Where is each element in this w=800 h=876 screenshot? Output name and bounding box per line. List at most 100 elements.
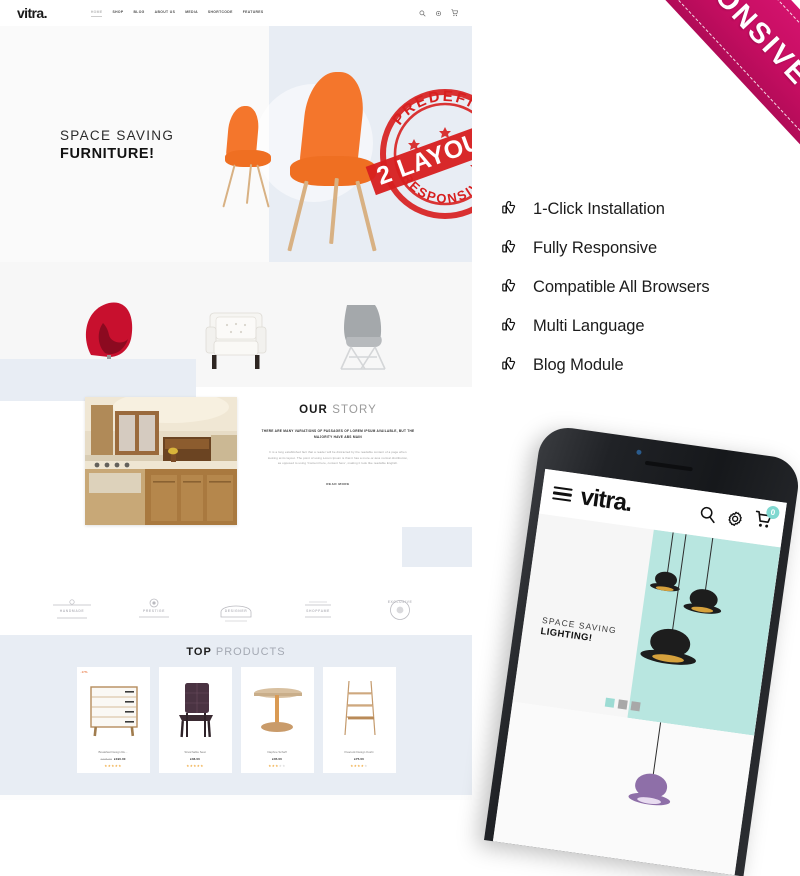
feature-label: Fully Responsive: [533, 238, 658, 257]
story-blue-block-left: [0, 359, 196, 401]
swatch-mint[interactable]: [604, 697, 615, 708]
swatch-grey-2[interactable]: [630, 701, 641, 712]
desktop-header: vitra. HOME SHOP BLOG ABOUT US MEDIA SHO…: [0, 0, 472, 26]
nav-item-home[interactable]: HOME: [90, 10, 103, 17]
gear-icon[interactable]: [725, 508, 745, 528]
brand-logo-shopfame[interactable]: SHOPFAME: [295, 596, 341, 626]
phone-screen: vitra. 0 SPACE SAVING LIGHTING!: [492, 468, 787, 876]
product-image-chair: [163, 673, 228, 745]
ribbon-label: RESPONSIVE: [648, 0, 800, 92]
ribbon-stitch-top: [605, 0, 800, 144]
product-image-dresser: [81, 673, 146, 745]
desktop-hero: SPACE SAVING FURNITURE! PREDEF ESPONS 2 …: [0, 26, 472, 262]
story-body-text: It is a long established fact that a rea…: [267, 449, 409, 466]
story-text-block: OUR STORY THERE ARE MANY VARIATIONS OF P…: [252, 404, 424, 486]
feature-item-compatible-all-browsers: Compatible All Browsers: [498, 276, 778, 298]
gear-icon[interactable]: [435, 10, 442, 17]
swatch-grey-1[interactable]: [617, 699, 628, 710]
story-heading: OUR STORY: [252, 404, 424, 416]
mobile-hero-text: SPACE SAVING LIGHTING!: [540, 615, 618, 647]
hero-text-block: SPACE SAVING FURNITURE!: [60, 128, 174, 163]
hand-point-up-icon: [498, 315, 518, 337]
nav-item-shortcode[interactable]: SHORTCODE: [208, 10, 233, 16]
product-current-price: £36.00: [190, 757, 200, 761]
top-products-heading: TOP PRODUCTS: [0, 646, 472, 658]
search-icon[interactable]: [698, 505, 717, 524]
search-icon[interactable]: [419, 10, 426, 17]
brand-logo-designer[interactable]: DESIGNER: [213, 596, 259, 626]
brand-logos-row: HANDMADE PRESTIGE DESIGNER SHOPFAME EXCL…: [0, 587, 472, 635]
feature-label: Blog Module: [533, 355, 624, 374]
brand-label: PRESTIGE: [143, 609, 165, 613]
feature-item-1-click-installation: 1-Click Installation: [498, 198, 778, 220]
brand-logo-exclusive[interactable]: EXCLUSIVE: [377, 596, 423, 626]
brand-logo-prestige[interactable]: PRESTIGE: [131, 596, 177, 626]
product-rating: ★★★★★: [104, 763, 122, 768]
mobile-hero: SPACE SAVING LIGHTING!: [512, 513, 781, 736]
brand-label: EXCLUSIVE: [387, 600, 413, 604]
product-name: Stretchable Seat: [184, 750, 206, 754]
top-products-section: TOP PRODUCTS -17% Breakfast Design Re...…: [0, 635, 472, 795]
hamburger-icon[interactable]: [552, 483, 574, 505]
product-current-price: £75.00: [354, 757, 364, 761]
story-kitchen-image: [85, 397, 237, 525]
nav-item-shop[interactable]: SHOP: [112, 10, 123, 16]
our-story-section: OUR STORY THERE ARE MANY VARIATIONS OF P…: [0, 359, 472, 587]
product-card[interactable]: Peacock Design Kushi £75.00 ★★★★★: [322, 667, 396, 773]
hand-point-up-icon: [498, 237, 518, 259]
nav-item-media[interactable]: MEDIA: [185, 10, 198, 16]
ribbon-stitch-bottom: [552, 0, 800, 194]
product-price: £36.00: [163, 757, 228, 761]
mobile-logo[interactable]: vitra.: [579, 483, 634, 517]
phone-camera: [636, 449, 642, 456]
story-heading-light: STORY: [332, 404, 377, 416]
product-name: Daphne Schaff: [267, 750, 287, 754]
cart-count-badge: 0: [765, 504, 781, 520]
product-grid: -17% Breakfast Design Re... £225.00 £190…: [0, 667, 472, 773]
product-rating: ★★★★★: [350, 763, 368, 768]
phone-mockup: vitra. 0 SPACE SAVING LIGHTING!: [484, 420, 800, 876]
brand-label: HANDMADE: [59, 609, 85, 613]
feature-label: Compatible All Browsers: [533, 277, 710, 296]
product-card[interactable]: Stretchable Seat £36.00 ★★★★★: [158, 667, 232, 773]
responsive-ribbon: RESPONSIVE: [541, 0, 800, 204]
mobile-header-icons: 0: [698, 501, 781, 535]
products-heading-bold: TOP: [186, 646, 212, 658]
product-price: £75.00: [327, 757, 392, 761]
desktop-header-icons: [419, 9, 459, 17]
hand-point-up-icon: [498, 276, 518, 298]
brand-label: DESIGNER: [224, 609, 248, 613]
story-blue-block-right: [402, 527, 472, 567]
nav-item-features[interactable]: FEATURES: [243, 10, 264, 16]
hero-chair-small: [222, 106, 284, 216]
read-more-button[interactable]: READ MORE: [252, 482, 424, 486]
hero-headline-line2: FURNITURE!: [60, 145, 155, 162]
nav-item-about-us[interactable]: ABOUT US: [155, 10, 176, 16]
thumbnail-grey-eames-chair[interactable]: [325, 293, 397, 375]
feature-item-blog-module: Blog Module: [498, 354, 778, 376]
product-card[interactable]: Daphne Schaff £35.00 ★★★★★: [240, 667, 314, 773]
nav-item-blog[interactable]: BLOG: [133, 10, 144, 16]
feature-item-multi-language: Multi Language: [498, 315, 778, 337]
feature-list: 1-Click Installation Fully Responsive Co…: [498, 198, 778, 393]
products-heading-light: PRODUCTS: [215, 646, 286, 658]
product-image-shelf: [327, 673, 392, 745]
product-rating: ★★★★★: [268, 763, 286, 768]
cart-icon[interactable]: [451, 9, 459, 17]
phone-speaker: [644, 460, 693, 472]
desktop-nav: HOME SHOP BLOG ABOUT US MEDIA SHORTCODE …: [90, 10, 264, 17]
thumbnail-white-armchair[interactable]: [200, 293, 272, 375]
feature-label: 1-Click Installation: [533, 199, 665, 218]
hero-headline-line1: SPACE SAVING: [60, 128, 175, 143]
desktop-logo[interactable]: vitra.: [17, 6, 47, 20]
product-price: £35.00: [245, 757, 310, 761]
hand-point-up-icon: [498, 354, 518, 376]
stamp-top-text: PREDEFINE: [389, 88, 472, 129]
pendant-lamp-purple: [621, 713, 683, 838]
product-rating: ★★★★★: [186, 763, 204, 768]
product-old-price: £225.00: [100, 757, 112, 761]
hand-point-up-icon: [498, 198, 518, 220]
mobile-cart-button[interactable]: 0: [752, 504, 781, 535]
brand-logo-handmade[interactable]: HANDMADE: [49, 596, 95, 626]
product-card[interactable]: -17% Breakfast Design Re... £225.00 £190…: [76, 667, 150, 773]
